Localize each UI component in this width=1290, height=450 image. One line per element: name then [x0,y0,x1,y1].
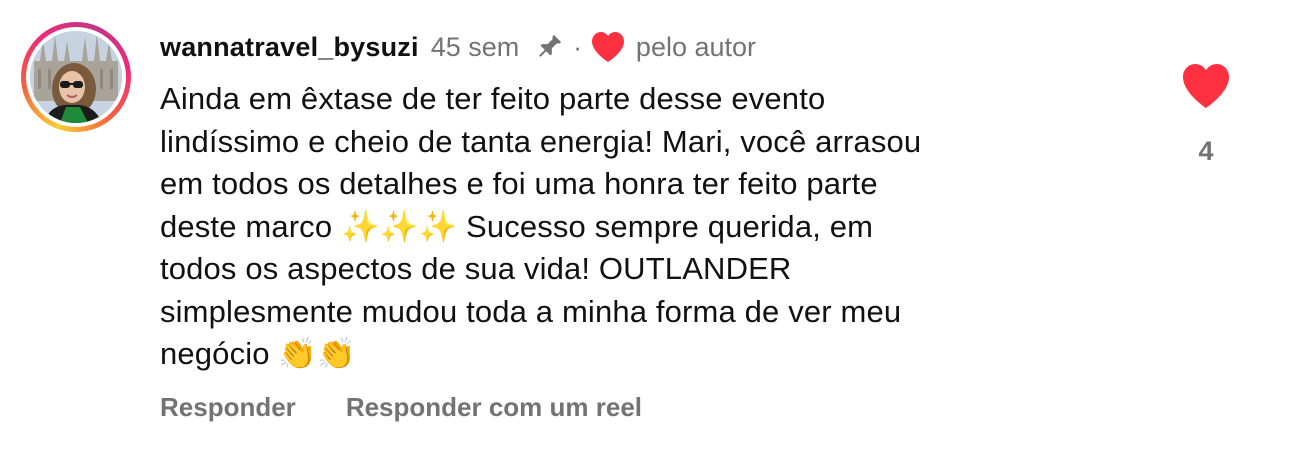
comment-text: Ainda em êxtase de ter feito parte desse… [160,81,922,371]
avatar-ring-gap [26,27,126,127]
like-button[interactable] [1181,62,1231,110]
separator-dot: · [573,31,582,62]
heart-filled-icon [1181,64,1231,114]
reply-button[interactable]: Responder [160,392,296,423]
liked-by-author-label: pelo autor [635,31,757,62]
avatar[interactable] [21,22,131,132]
like-count[interactable]: 4 [1181,136,1231,167]
reply-with-reel-button[interactable]: Responder com um reel [346,392,642,423]
comment-header: wannatravel_bysuzi 45 sem · pelo autor [160,28,756,66]
comment-actions: Responder Responder com um reel [160,392,642,423]
pin-icon [533,31,565,63]
heart-icon [590,31,626,63]
timestamp[interactable]: 45 sem [431,32,520,63]
avatar-photo [30,31,122,123]
comment-item: wannatravel_bysuzi 45 sem · pelo autor A… [0,0,1290,450]
avatar-image [30,31,122,123]
username[interactable]: wannatravel_bysuzi [160,32,419,63]
